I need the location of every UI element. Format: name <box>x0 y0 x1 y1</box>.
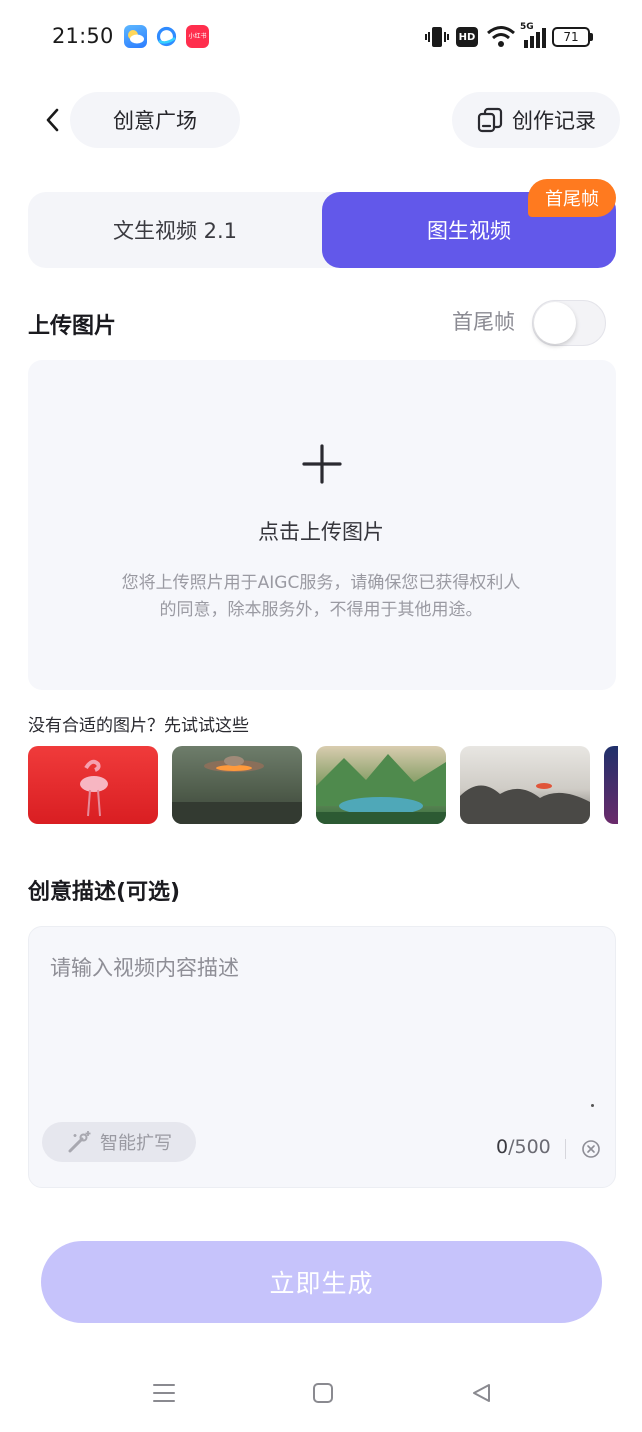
mountain-lake-image[interactable] <box>316 746 446 824</box>
first-last-frame-toggle[interactable] <box>532 300 606 346</box>
generate-button[interactable]: 立即生成 <box>41 1241 602 1323</box>
back-triangle-icon[interactable] <box>470 1382 492 1404</box>
signal-icon <box>524 28 546 48</box>
battery-icon: 71 <box>552 27 590 47</box>
plus-icon <box>302 444 342 484</box>
system-nav-bar <box>0 1360 642 1432</box>
status-bar: 21:50 小红书 HD 5G 71 <box>0 0 642 74</box>
description-placeholder: 请输入视频内容描述 <box>50 956 239 980</box>
flamingo-image[interactable] <box>28 746 158 824</box>
upload-notice-line1: 您将上传照片用于AIGC服务，请确保您已获得权利人 <box>121 573 521 593</box>
clear-circle-icon[interactable] <box>581 1139 601 1159</box>
chevron-left-icon <box>46 108 59 132</box>
battery-tip <box>590 33 593 41</box>
first-last-frame-label: 首尾帧 <box>452 310 515 334</box>
hd-icon: HD <box>456 27 478 47</box>
page-title[interactable]: 创意广场 <box>70 92 240 148</box>
creation-records-button[interactable]: 创作记录 <box>452 92 620 148</box>
weather-app-icon <box>124 25 147 48</box>
character-counter: 0/500 <box>496 1136 551 1158</box>
upload-notice: 您将上传照片用于AIGC服务，请确保您已获得权利人 的同意，除本服务外，不得用于… <box>70 570 572 624</box>
back-button[interactable] <box>38 100 68 140</box>
magic-wand-icon <box>68 1131 91 1153</box>
qq-browser-icon <box>155 25 178 48</box>
suggestions-label: 没有合适的图片？先试试这些 <box>28 716 249 736</box>
system-icons: HD 5G 71 <box>424 22 604 52</box>
ink-painting-image[interactable] <box>460 746 590 824</box>
ufo-image[interactable] <box>172 746 302 824</box>
home-square-icon[interactable] <box>312 1382 334 1404</box>
more-image[interactable] <box>604 746 618 824</box>
vibrate-icon <box>425 27 449 47</box>
upload-section-title: 上传图片 <box>28 314 117 339</box>
first-last-frame-badge: 首尾帧 <box>528 179 616 217</box>
resize-handle <box>591 1104 594 1107</box>
counter-divider <box>565 1139 566 1159</box>
menu-icon[interactable] <box>152 1382 176 1404</box>
upload-notice-line2: 的同意，除本服务外，不得用于其他用途。 <box>159 600 483 620</box>
smart-expand-label: 智能扩写 <box>100 1133 172 1154</box>
wifi-icon <box>487 26 515 47</box>
status-time: 21:50 <box>52 24 114 48</box>
tab-text-to-video[interactable]: 文生视频 2.1 <box>28 192 322 268</box>
records-label: 创作记录 <box>512 109 596 133</box>
copy-records-icon <box>477 107 503 133</box>
toggle-knob <box>534 302 576 344</box>
xiaohongshu-icon: 小红书 <box>186 25 209 48</box>
character-max: /500 <box>508 1136 551 1158</box>
character-count: 0 <box>496 1136 509 1158</box>
smart-expand-button[interactable]: 智能扩写 <box>42 1122 196 1162</box>
description-section-title: 创意描述(可选) <box>28 880 181 905</box>
upload-prompt: 点击上传图片 <box>258 520 384 544</box>
